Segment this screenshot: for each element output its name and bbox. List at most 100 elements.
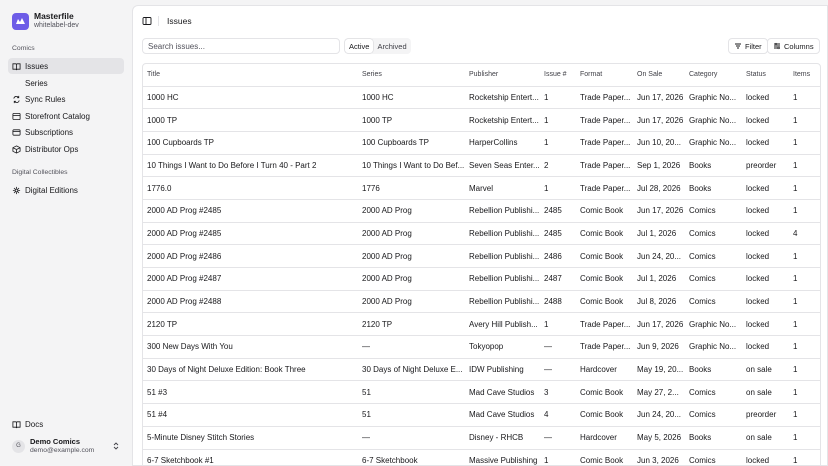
table-row[interactable]: 6-7 Sketchbook #1 6-7 Sketchbook Massive P… — [143, 449, 820, 465]
table-row[interactable]: 100 Cupboards TP 100 Cupboards TP HarperCo… — [143, 131, 820, 155]
table-row[interactable]: 2000 AD Prog #2487 2000 AD Prog Rebellion … — [143, 267, 820, 291]
table-row[interactable]: 1776.0 1776 Marvel 1 Trade Paper... Jul 28, 2… — [143, 176, 820, 200]
table-row[interactable]: 2000 AD Prog #2486 2000 AD Prog Rebellion … — [143, 244, 820, 268]
sidebar-item-label: Series — [25, 78, 48, 88]
table-cell: Rocketship Entert... — [465, 86, 540, 110]
table-cell: locked — [742, 267, 789, 291]
table-cell: 1 — [789, 426, 820, 450]
sidebar-item-label: Sync Rules — [25, 94, 66, 104]
table-cell: Jul 8, 2026 — [633, 290, 685, 314]
table-cell: locked — [742, 449, 789, 465]
table-cell: 1000 TP — [358, 108, 465, 132]
table-row[interactable]: 2000 AD Prog #2485 2000 AD Prog Rebellion … — [143, 199, 820, 223]
sidebar-item-sync-rules[interactable]: Sync Rules — [8, 91, 124, 107]
table-cell: 3 — [540, 380, 576, 405]
table-cell: 2000 AD Prog #2486 — [143, 244, 358, 268]
table-cell: 1 — [789, 358, 820, 382]
table-row[interactable]: 2000 AD Prog #2485 2000 AD Prog Rebellion … — [143, 222, 820, 246]
sidebar-item-distributor-ops[interactable]: Distributor Ops — [8, 141, 124, 157]
table-row[interactable]: 5-Minute Disney Stitch Stories — Disney - … — [143, 426, 820, 450]
sidebar-item-label: Docs — [25, 419, 44, 429]
column-header[interactable]: Items — [789, 64, 820, 87]
table-cell: Mad Cave Studios — [465, 380, 540, 405]
table-cell: Comics — [685, 267, 742, 291]
table-cell: Rebellion Publishi... — [465, 199, 540, 223]
table-row[interactable]: 300 New Days With You — Tokyopop — Trade Pap… — [143, 335, 820, 359]
table-cell: 300 New Days With You — [143, 335, 358, 359]
table-cell: 2000 AD Prog — [358, 267, 465, 291]
sidebar-toggle-icon[interactable] — [142, 16, 152, 26]
table-row[interactable]: 51 #3 51 Mad Cave Studios 3 Comic Book May 27… — [143, 380, 820, 405]
section-label-digital-collectibles: Digital Collectibles — [12, 169, 68, 176]
table-cell: Comic Book — [576, 449, 633, 465]
sidebar-item-series[interactable]: Series — [8, 75, 124, 91]
column-header[interactable]: Issue # — [540, 64, 576, 87]
sidebar-item-docs[interactable]: Docs — [8, 416, 124, 432]
table-cell: Comics — [685, 290, 742, 314]
brand[interactable]: Masterfile whitelabel-dev — [12, 11, 79, 31]
table-row[interactable]: 1000 HC 1000 HC Rocketship Entert... 1 Trade… — [143, 86, 820, 110]
tab-archived[interactable]: Archived — [373, 39, 410, 53]
table-cell: Jun 10, 20... — [633, 131, 685, 155]
table-cell: 1 — [540, 449, 576, 465]
table-cell: Books — [685, 426, 742, 450]
user-name: Demo Comics — [30, 437, 81, 446]
search-input[interactable] — [142, 38, 340, 54]
table-cell: Jul 1, 2026 — [633, 267, 685, 291]
book-icon — [12, 62, 21, 70]
table-cell: 2000 AD Prog #2485 — [143, 199, 358, 223]
table-cell: Massive Publishing — [465, 449, 540, 465]
sidebar-item-storefront-catalog[interactable]: Storefront Catalog — [8, 108, 124, 124]
table-row[interactable]: 10 Things I Want to Do Before I Turn 40 … — [143, 154, 820, 178]
table-cell: 1 — [789, 335, 820, 359]
table-cell: Marvel — [465, 176, 540, 200]
filter-button-label: Filter — [745, 41, 762, 51]
table-cell: 2000 AD Prog — [358, 222, 465, 246]
sidebar-item-digital-editions[interactable]: Digital Editions — [8, 182, 124, 198]
column-header[interactable]: Series — [358, 64, 465, 87]
table-cell: 1 — [789, 267, 820, 291]
sidebar-item-issues[interactable]: Issues — [8, 58, 124, 74]
table-cell: locked — [742, 131, 789, 155]
table-cell: 1 — [789, 380, 820, 405]
table-row[interactable]: 30 Days of Night Deluxe Edition: Book Th… — [143, 358, 820, 382]
filter-icon — [735, 43, 741, 49]
table-row[interactable]: 1000 TP 1000 TP Rocketship Entert... 1 Trade… — [143, 108, 820, 132]
table-cell: preorder — [742, 154, 789, 178]
columns-button-label: Columns — [784, 41, 814, 51]
column-header[interactable]: Publisher — [465, 64, 540, 87]
table-row[interactable]: 2000 AD Prog #2488 2000 AD Prog Rebellion … — [143, 290, 820, 314]
table-cell: Trade Paper... — [576, 131, 633, 155]
tab-active[interactable]: Active — [345, 39, 374, 53]
column-header[interactable]: Category — [685, 64, 742, 87]
filter-button[interactable]: Filter — [728, 38, 768, 54]
columns-button[interactable]: Columns — [767, 38, 820, 54]
column-header[interactable]: Title — [143, 64, 358, 87]
user-menu[interactable]: G Demo Comics demo@example.com — [8, 434, 124, 458]
table-cell: Seven Seas Enter... — [465, 154, 540, 178]
table-row[interactable]: 2120 TP 2120 TP Avery Hill Publish... 1 Trad… — [143, 312, 820, 337]
column-header[interactable]: Status — [742, 64, 789, 87]
table-cell: 2000 AD Prog #2485 — [143, 222, 358, 246]
digital-editions-icon — [12, 186, 21, 194]
sidebar-item-subscriptions[interactable]: Subscriptions — [8, 124, 124, 140]
table-cell: Jun 24, 20... — [633, 244, 685, 268]
column-header[interactable]: On Sale — [633, 64, 685, 87]
table-cell: Trade Paper... — [576, 86, 633, 110]
table-cell: — — [540, 358, 576, 382]
table-cell: 1 — [540, 176, 576, 200]
toolbar-divider — [158, 16, 159, 26]
table-cell: Rebellion Publishi... — [465, 222, 540, 246]
table-cell: Comic Book — [576, 244, 633, 268]
brand-name: Masterfile — [34, 11, 74, 21]
user-email: demo@example.com — [30, 447, 95, 454]
table-cell: Jun 3, 2026 — [633, 449, 685, 465]
table-cell: 2486 — [540, 244, 576, 268]
column-header[interactable]: Format — [576, 64, 633, 87]
table-cell: Books — [685, 176, 742, 200]
table-row[interactable]: 51 #4 51 Mad Cave Studios 4 Comic Book Jun 24… — [143, 403, 820, 427]
table-body: 1000 HC 1000 HC Rocketship Entert... 1 Trade… — [143, 86, 820, 465]
table-cell: 1 — [789, 312, 820, 337]
table-cell: Graphic No... — [685, 108, 742, 132]
table-cell: 2120 TP — [143, 312, 358, 337]
